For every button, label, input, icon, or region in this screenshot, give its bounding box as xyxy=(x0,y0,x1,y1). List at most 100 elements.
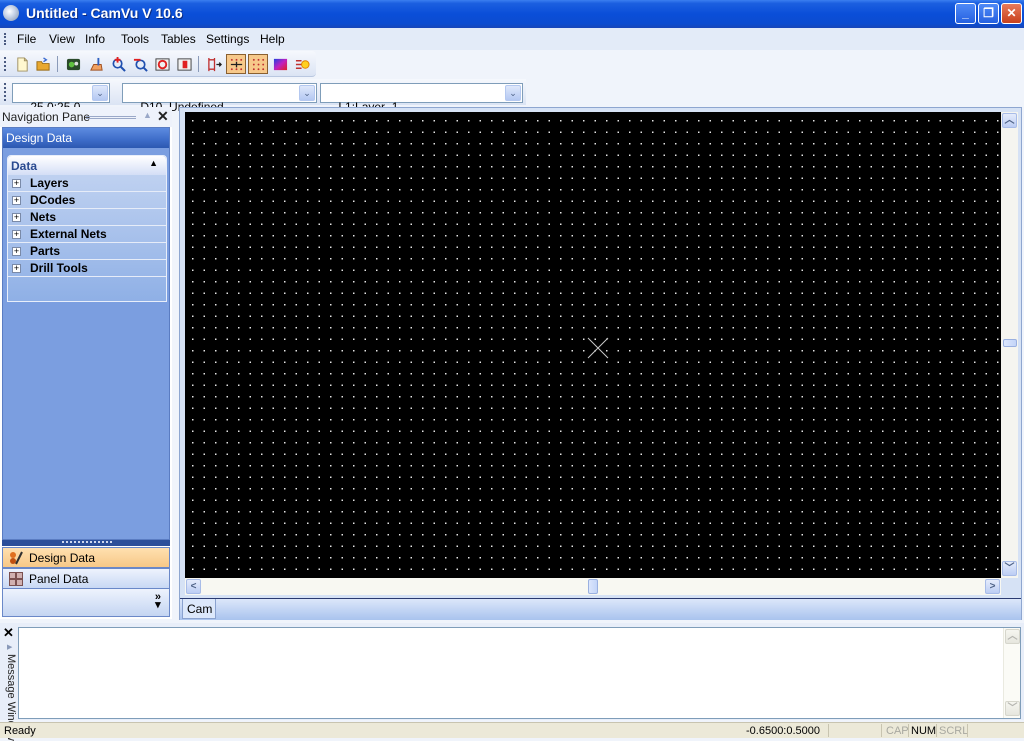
tree-item-nets[interactable]: + Nets xyxy=(8,209,166,226)
restore-icon: ❐ xyxy=(983,6,994,20)
horizontal-scrollbar[interactable]: < > xyxy=(185,578,1001,595)
tree-item-label: External Nets xyxy=(30,227,107,241)
data-group-title: Data xyxy=(11,159,38,173)
zoom-out-icon xyxy=(133,58,148,72)
expand-icon[interactable]: + xyxy=(12,179,21,188)
zoom-window-button[interactable] xyxy=(174,54,194,74)
status-bar: Ready -0.6500:0.5000 CAP NUM SCRL xyxy=(0,722,1024,738)
crosshair-cursor-icon xyxy=(587,337,609,359)
tree-item-drill-tools[interactable]: + Drill Tools xyxy=(8,260,166,277)
app-icon[interactable] xyxy=(3,5,19,21)
tree-item-layers[interactable]: + Layers xyxy=(8,175,166,192)
nav-button-design-data[interactable]: Design Data xyxy=(2,547,170,568)
view-button[interactable] xyxy=(63,54,83,74)
status-separator xyxy=(967,724,968,737)
menu-file[interactable]: File xyxy=(17,32,36,46)
status-separator xyxy=(936,724,937,737)
tree-item-label: Drill Tools xyxy=(30,261,88,275)
navigation-pane: Navigation Pane ▲ ✕ Design Data Data ▲ +… xyxy=(0,107,172,619)
highlight-icon xyxy=(295,59,310,69)
vertical-scroll-thumb[interactable] xyxy=(1003,339,1017,347)
selector-grip[interactable] xyxy=(4,83,6,101)
highlight-button[interactable] xyxy=(292,54,312,74)
expand-icon[interactable]: + xyxy=(12,230,21,239)
chevron-down-icon[interactable]: ⌄ xyxy=(92,85,108,101)
zoom-in-icon xyxy=(112,56,126,72)
snap-icon xyxy=(207,57,222,71)
expand-icon[interactable]: + xyxy=(12,247,21,256)
clear-button[interactable] xyxy=(86,54,106,74)
menu-grip[interactable] xyxy=(4,33,6,45)
grid-snap-button[interactable] xyxy=(226,54,246,74)
data-group: Data ▲ + Layers + DCodes + Nets + External N… xyxy=(7,155,167,302)
scroll-left-icon[interactable]: < xyxy=(186,579,201,594)
message-scrollbar[interactable]: ︿ ﹀ xyxy=(1003,628,1020,718)
chevron-down-icon[interactable]: ⌄ xyxy=(299,85,315,101)
scroll-down-icon[interactable]: ﹀ xyxy=(1002,561,1017,576)
document-tabs: Cam xyxy=(180,598,1021,620)
grid-size-select[interactable]: 25.0:25.0 ⌄ xyxy=(12,83,110,114)
scroll-up-icon[interactable]: ︿ xyxy=(1002,113,1017,128)
close-button[interactable]: ✕ xyxy=(1001,3,1022,24)
navigation-pane-title: Navigation Pane xyxy=(2,110,91,124)
scroll-lock-indicator: SCRL xyxy=(939,725,969,737)
menu-tables[interactable]: Tables xyxy=(161,32,196,46)
zoom-in-button[interactable] xyxy=(108,54,128,74)
scroll-down-icon[interactable]: ﹀ xyxy=(1005,701,1020,716)
menu-info[interactable]: Info xyxy=(85,32,105,46)
message-output[interactable]: ︿ ﹀ xyxy=(18,627,1021,719)
color-button[interactable] xyxy=(270,54,290,74)
minimize-button[interactable]: _ xyxy=(955,3,976,24)
new-file-icon xyxy=(16,56,28,72)
tree-item-dcodes[interactable]: + DCodes xyxy=(8,192,166,209)
drag-handle[interactable] xyxy=(86,116,136,119)
layer-select[interactable]: L1:Layer_1 ⌄ xyxy=(320,83,523,114)
open-button[interactable] xyxy=(33,54,53,74)
new-button[interactable] xyxy=(12,54,32,74)
collapse-icon[interactable]: ▲ xyxy=(149,158,158,168)
expand-icon[interactable]: + xyxy=(12,264,21,273)
data-group-header[interactable]: Data ▲ xyxy=(8,156,166,175)
tree-item-parts[interactable]: + Parts xyxy=(8,243,166,260)
toolbar-separator xyxy=(198,56,199,72)
nav-button-label: Design Data xyxy=(29,551,96,565)
close-message-icon[interactable]: ✕ xyxy=(3,625,14,641)
grid-button[interactable] xyxy=(248,54,268,74)
tree-item-external-nets[interactable]: + External Nets xyxy=(8,226,166,243)
caps-lock-indicator: CAP xyxy=(886,725,909,737)
tab-cam[interactable]: Cam xyxy=(182,599,216,619)
toolbar-grip[interactable] xyxy=(4,57,6,71)
more-buttons-icon[interactable]: » ▾ xyxy=(155,592,161,611)
color-icon xyxy=(273,58,287,70)
pin-icon[interactable]: ▲ xyxy=(143,110,152,120)
zoom-fit-button[interactable] xyxy=(152,54,172,74)
drawing-canvas[interactable] xyxy=(185,112,1001,578)
pin-icon[interactable]: ▶ xyxy=(7,643,12,651)
selector-toolbar: 25.0:25.0 ⌄ D10 Undefined ⌄ L1:Layer_1 ⌄ xyxy=(0,79,526,114)
splitter-handle[interactable] xyxy=(2,540,170,546)
chevron-down-icon[interactable]: ⌄ xyxy=(505,85,521,101)
nav-button-panel-data[interactable]: Panel Data xyxy=(2,568,170,589)
horizontal-scroll-thumb[interactable] xyxy=(588,579,598,594)
vertical-scrollbar[interactable]: ︿ ﹀ xyxy=(1001,112,1018,578)
restore-button[interactable]: ❐ xyxy=(978,3,999,24)
zoom-out-button[interactable] xyxy=(130,54,150,74)
menu-help[interactable]: Help xyxy=(260,32,285,46)
scroll-right-icon[interactable]: > xyxy=(985,579,1000,594)
scroll-up-icon[interactable]: ︿ xyxy=(1005,629,1020,644)
view-icon xyxy=(66,58,80,70)
nav-button-label: Panel Data xyxy=(29,572,89,586)
expand-icon[interactable]: + xyxy=(12,196,21,205)
snap-button[interactable] xyxy=(204,54,224,74)
status-separator xyxy=(908,724,909,737)
message-window-sidebar: ✕ ▶ Message Window xyxy=(2,625,17,741)
expand-icon[interactable]: + xyxy=(12,213,21,222)
dcode-select[interactable]: D10 Undefined ⌄ xyxy=(122,83,317,114)
menu-view[interactable]: View xyxy=(49,32,75,46)
design-data-icon xyxy=(10,551,23,565)
menu-tools[interactable]: Tools xyxy=(121,32,149,46)
close-pane-icon[interactable]: ✕ xyxy=(157,108,169,125)
navigation-pane-header[interactable]: Navigation Pane ▲ ✕ xyxy=(0,107,172,127)
menu-settings[interactable]: Settings xyxy=(206,32,249,46)
tree-item-label: Layers xyxy=(30,176,69,190)
